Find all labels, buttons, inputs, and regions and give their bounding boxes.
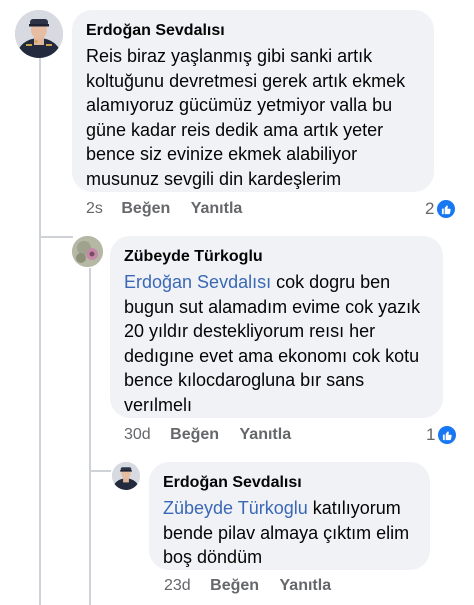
comment-text: Zübeyde Türkoglu katılıyorum bende pilav… bbox=[163, 498, 410, 567]
comment-text: Reis biraz yaşlanmış gibi sanki artık ko… bbox=[86, 46, 406, 189]
reply-button[interactable]: Yanıtla bbox=[280, 577, 332, 594]
thread-line-reply-1 bbox=[89, 268, 91, 605]
like-button[interactable]: Beğen bbox=[121, 200, 170, 217]
profile-photo-icon bbox=[72, 236, 103, 267]
comment-author[interactable]: Zübeyde Türkoglu bbox=[124, 246, 429, 268]
reaction-count: 1 bbox=[426, 425, 436, 444]
comment-actions: 2s Beğen Yanıtla bbox=[86, 200, 242, 218]
comment-text: Erdoğan Sevdalısı cok dogru ben bugun su… bbox=[124, 272, 421, 415]
reaction-count: 2 bbox=[425, 199, 435, 218]
reaction-summary[interactable]: 2 bbox=[425, 199, 456, 219]
thread-connector-reply-2 bbox=[89, 470, 111, 472]
comment-timestamp[interactable]: 30d bbox=[124, 426, 151, 443]
thread-connector-reply-1 bbox=[39, 236, 73, 238]
comment-author[interactable]: Erdoğan Sevdalısı bbox=[163, 472, 416, 494]
comment-actions: 30d Beğen Yanıtla bbox=[124, 426, 291, 444]
comment-timestamp[interactable]: 2s bbox=[86, 200, 103, 217]
like-button[interactable]: Beğen bbox=[210, 577, 259, 594]
mention-link[interactable]: Zübeyde Türkoglu bbox=[163, 498, 308, 518]
comment-bubble: Erdoğan Sevdalısı Zübeyde Türkoglu katıl… bbox=[149, 462, 430, 570]
thread-line-main bbox=[39, 58, 41, 605]
comment-actions: 23d Beğen Yanıtla bbox=[164, 577, 331, 595]
reaction-summary[interactable]: 1 bbox=[426, 425, 457, 445]
comment-bubble: Erdoğan Sevdalısı Reis biraz yaşlanmış g… bbox=[72, 10, 434, 192]
reply-button[interactable]: Yanıtla bbox=[191, 200, 243, 217]
like-button[interactable]: Beğen bbox=[170, 426, 219, 443]
avatar[interactable] bbox=[72, 236, 103, 267]
like-thumb-icon bbox=[437, 200, 456, 218]
reply-button[interactable]: Yanıtla bbox=[240, 426, 292, 443]
profile-photo-icon bbox=[112, 462, 140, 490]
profile-photo-icon bbox=[15, 10, 63, 58]
comment-author[interactable]: Erdoğan Sevdalısı bbox=[86, 20, 420, 42]
mention-link[interactable]: Erdoğan Sevdalısı bbox=[124, 272, 271, 292]
comment-bubble: Zübeyde Türkoglu Erdoğan Sevdalısı cok d… bbox=[110, 236, 443, 418]
avatar[interactable] bbox=[15, 10, 63, 58]
comment-timestamp[interactable]: 23d bbox=[164, 577, 191, 594]
like-thumb-icon bbox=[438, 426, 457, 444]
avatar[interactable] bbox=[112, 462, 140, 490]
